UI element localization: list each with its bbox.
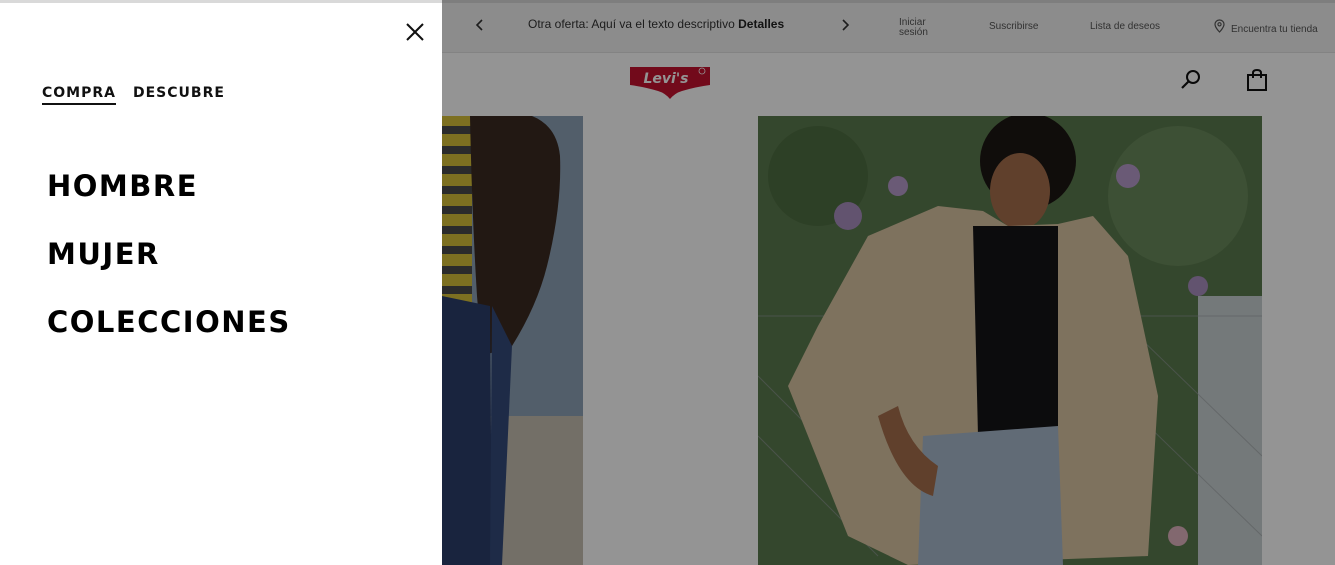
category-mujer[interactable]: MUJER	[47, 237, 160, 271]
close-icon[interactable]	[403, 20, 427, 44]
category-colecciones[interactable]: COLECCIONES	[47, 305, 291, 339]
category-hombre[interactable]: HOMBRE	[47, 169, 198, 203]
tab-descubre[interactable]: DESCUBRE	[133, 85, 225, 105]
navigation-drawer: COMPRA DESCUBRE HOMBRE MUJER COLECCIONES	[0, 3, 442, 565]
drawer-tabs: COMPRA DESCUBRE	[42, 85, 225, 105]
dimmed-overlay[interactable]	[442, 0, 1335, 565]
tab-compra[interactable]: COMPRA	[42, 85, 116, 105]
